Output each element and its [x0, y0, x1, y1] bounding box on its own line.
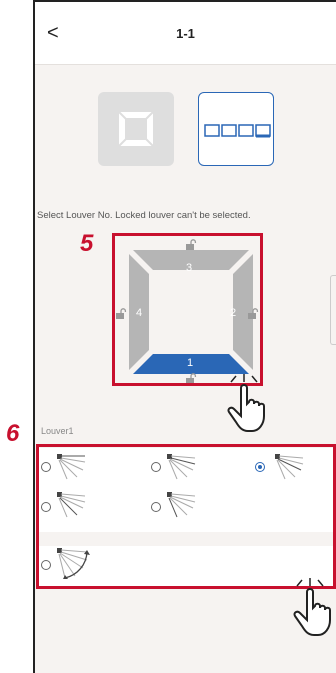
header: < 1-1 — [35, 2, 336, 65]
louver-segments-icon — [204, 124, 271, 138]
step-6-marker: 6 — [6, 420, 20, 447]
individual-louver-mode-button[interactable] — [198, 92, 274, 166]
hand-pointer-icon — [293, 578, 331, 636]
louver-square-icon — [118, 111, 154, 147]
airflow-options-highlight — [36, 444, 336, 589]
single-louver-mode-button[interactable] — [98, 92, 174, 166]
hand-pointer-icon — [227, 374, 265, 432]
step-5-marker: 5 — [80, 230, 94, 257]
section-label: Louver1 — [41, 426, 74, 436]
page-title: 1-1 — [176, 26, 195, 41]
louver-selector-highlight — [112, 233, 263, 386]
side-panel-edge — [330, 275, 336, 345]
select-louver-instruction: Select Louver No. Locked louver can't be… — [37, 210, 251, 221]
